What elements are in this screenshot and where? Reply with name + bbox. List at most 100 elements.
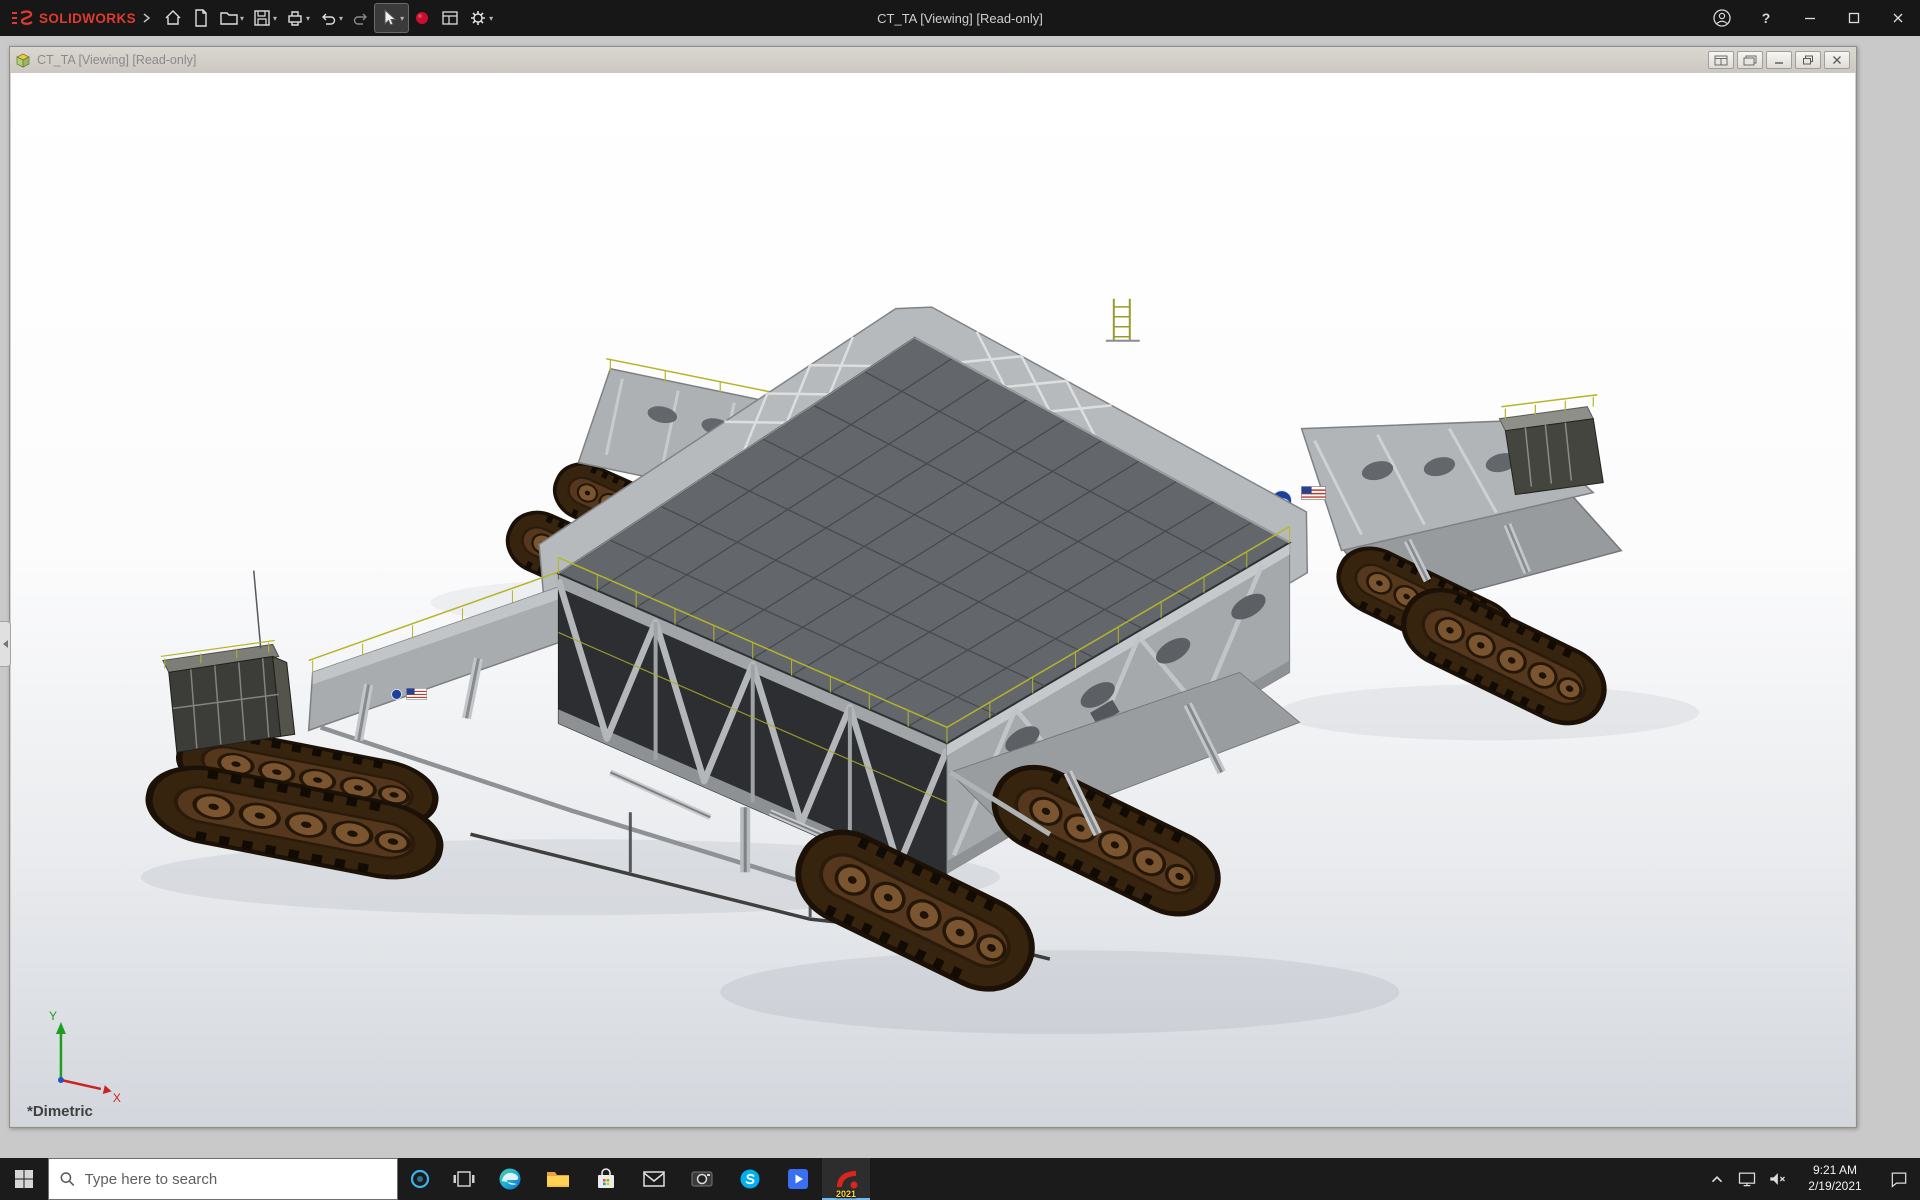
3dexperience-button[interactable]	[408, 4, 436, 32]
doc-close-button[interactable]	[1824, 51, 1850, 69]
cortana-button[interactable]	[398, 1158, 442, 1200]
app-titlebar: SOLIDWORKS ▾ ▾ ▾ ▾ ▾ ▾ CT_TA [V	[0, 0, 1920, 36]
start-button[interactable]	[0, 1158, 48, 1200]
maximize-icon	[1848, 12, 1860, 24]
taskbar-mail[interactable]	[630, 1158, 678, 1200]
display-pane-icon	[440, 8, 460, 28]
chevron-up-icon	[1708, 1170, 1726, 1188]
document-title: CT_TA [Viewing] [Read-only]	[37, 53, 196, 67]
cascade-window-icon	[1743, 55, 1757, 66]
doc-restore-icon	[1802, 55, 1814, 65]
solidworks-logo: SOLIDWORKS	[0, 9, 159, 27]
doc-minimize-button[interactable]	[1766, 51, 1792, 69]
view-orientation-label: *Dimetric	[27, 1103, 93, 1120]
triad-x-label: X	[113, 1091, 121, 1105]
media-player-icon	[786, 1167, 810, 1191]
camera-icon	[690, 1167, 714, 1191]
document-window-buttons	[1708, 51, 1850, 69]
edge-icon	[497, 1166, 523, 1192]
open-caret-icon[interactable]: ▾	[240, 14, 244, 23]
3dexperience-icon	[412, 8, 432, 28]
minimize-icon	[1804, 12, 1816, 24]
save-icon	[252, 8, 272, 28]
taskbar-media-player[interactable]	[774, 1158, 822, 1200]
titlebar-controls: ?	[1700, 0, 1920, 36]
tile-window-icon	[1714, 55, 1728, 66]
select-cursor-icon	[379, 8, 399, 28]
store-icon	[594, 1167, 618, 1191]
crawler-transporter-model[interactable]: Y X	[11, 73, 1855, 1126]
hidden-icons-button[interactable]	[1702, 1158, 1732, 1200]
new-document-button[interactable]	[187, 4, 215, 32]
flyout-arrow-icon[interactable]	[141, 12, 151, 24]
volume-muted-icon	[1766, 1169, 1788, 1189]
taskbar-store[interactable]	[582, 1158, 630, 1200]
taskbar-file-explorer[interactable]	[534, 1158, 582, 1200]
open-document-button[interactable]: ▾	[215, 4, 248, 32]
redo-button[interactable]	[347, 4, 375, 32]
save-caret-icon[interactable]: ▾	[273, 14, 277, 23]
account-button[interactable]	[1700, 0, 1744, 36]
system-tray: 9:21 AM 2/19/2021	[1702, 1158, 1920, 1200]
print-caret-icon[interactable]: ▾	[306, 14, 310, 23]
tile-window-button[interactable]	[1708, 51, 1734, 69]
clock-date: 2/19/2021	[1808, 1179, 1861, 1195]
splitter-arrow-icon	[3, 640, 8, 648]
taskbar-clock[interactable]: 9:21 AM 2/19/2021	[1792, 1158, 1878, 1200]
volume-button[interactable]	[1762, 1158, 1792, 1200]
home-icon	[163, 8, 183, 28]
orientation-triad[interactable]: Y X	[49, 1009, 121, 1105]
action-center-icon	[1889, 1169, 1909, 1189]
nasa-logo-front-left	[392, 689, 402, 699]
gear-icon	[468, 8, 488, 28]
print-icon	[285, 8, 305, 28]
search-icon	[59, 1170, 76, 1188]
home-button[interactable]	[159, 4, 187, 32]
help-icon: ?	[1762, 10, 1771, 26]
task-view-button[interactable]	[442, 1158, 486, 1200]
taskbar-skype[interactable]	[726, 1158, 774, 1200]
skype-icon	[738, 1167, 762, 1191]
close-button[interactable]	[1876, 0, 1920, 36]
brand-name: SOLIDWORKS	[39, 11, 136, 26]
doc-restore-button[interactable]	[1795, 51, 1821, 69]
cascade-window-button[interactable]	[1737, 51, 1763, 69]
taskbar-edge[interactable]	[486, 1158, 534, 1200]
us-flag-decal-front	[407, 688, 427, 699]
doc-close-icon	[1831, 55, 1843, 65]
undo-icon	[318, 8, 338, 28]
triad-y-label: Y	[49, 1009, 57, 1023]
cortana-icon	[409, 1168, 431, 1190]
redo-icon	[351, 8, 371, 28]
display-icon	[1737, 1169, 1757, 1189]
select-caret-icon[interactable]: ▾	[400, 14, 404, 23]
doc-minimize-icon	[1773, 55, 1785, 65]
taskbar-solidworks[interactable]: 2021	[822, 1158, 870, 1200]
print-button[interactable]: ▾	[281, 4, 314, 32]
undo-caret-icon[interactable]: ▾	[339, 14, 343, 23]
document-titlebar[interactable]: CT_TA [Viewing] [Read-only]	[10, 47, 1856, 73]
display-tray-button[interactable]	[1732, 1158, 1762, 1200]
options-button[interactable]: ▾	[464, 4, 497, 32]
close-icon	[1892, 12, 1904, 24]
operator-cab-front-left[interactable]	[161, 571, 295, 753]
operator-cab-rear-right[interactable]	[1499, 395, 1603, 495]
us-flag-decal-rear	[1302, 487, 1326, 500]
display-pane-button[interactable]	[436, 4, 464, 32]
taskbar-camera[interactable]	[678, 1158, 726, 1200]
panel-splitter-tab[interactable]	[0, 621, 11, 667]
help-button[interactable]: ?	[1744, 0, 1788, 36]
app-client-area: CT_TA [Viewing] [Read-only]	[0, 36, 1920, 1158]
undo-button[interactable]: ▾	[314, 4, 347, 32]
graphics-viewport[interactable]: Y X *Dimetric	[11, 73, 1855, 1126]
taskbar-search[interactable]	[48, 1158, 398, 1200]
assembly-doc-icon	[16, 53, 31, 68]
document-window: CT_TA [Viewing] [Read-only]	[9, 46, 1857, 1128]
save-button[interactable]: ▾	[248, 4, 281, 32]
options-caret-icon[interactable]: ▾	[489, 14, 493, 23]
maximize-button[interactable]	[1832, 0, 1876, 36]
action-center-button[interactable]	[1878, 1158, 1920, 1200]
minimize-button[interactable]	[1788, 0, 1832, 36]
select-tool-button[interactable]: ▾	[375, 4, 408, 32]
search-input[interactable]	[85, 1171, 387, 1188]
